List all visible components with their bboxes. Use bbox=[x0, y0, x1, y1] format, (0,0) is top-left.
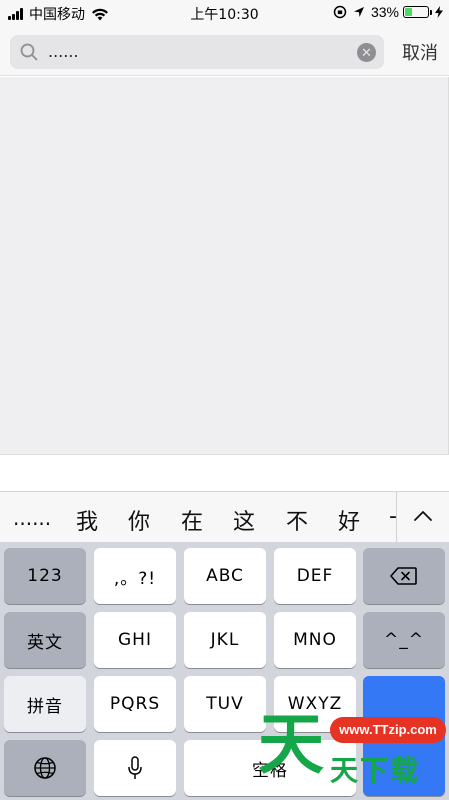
candidate-item[interactable]: 在 bbox=[181, 504, 203, 536]
backspace-icon bbox=[390, 567, 417, 585]
orientation-lock-icon bbox=[333, 5, 347, 19]
search-field[interactable]: ...... ✕ bbox=[10, 35, 384, 69]
watermark-big-char: 天 bbox=[258, 706, 324, 783]
watermark-logo: 天 www.TTzip.com 天下载 bbox=[258, 705, 448, 800]
candidate-item[interactable]: 我 bbox=[76, 504, 98, 536]
input-strip bbox=[0, 454, 449, 491]
watermark-url: www.TTzip.com bbox=[330, 717, 446, 743]
search-input[interactable]: ...... bbox=[48, 35, 348, 69]
battery-level bbox=[405, 8, 413, 16]
key-mno[interactable]: MNO bbox=[274, 612, 356, 668]
chevron-up-icon bbox=[414, 511, 432, 521]
globe-icon bbox=[34, 757, 56, 779]
key-pqrs[interactable]: PQRS bbox=[94, 676, 176, 732]
candidate-item[interactable]: ...... bbox=[13, 506, 51, 530]
delete-button[interactable] bbox=[363, 548, 445, 604]
battery-icon bbox=[403, 6, 432, 18]
location-icon bbox=[353, 7, 364, 17]
key-jkl[interactable]: JKL bbox=[184, 612, 266, 668]
clear-icon[interactable]: ✕ bbox=[357, 43, 376, 62]
candidate-bar: ...... 我 你 在 这 不 好 - bbox=[0, 491, 449, 543]
search-bar: ...... ✕ 取消 bbox=[0, 26, 449, 76]
microphone-icon bbox=[128, 756, 142, 779]
key-ghi[interactable]: GHI bbox=[94, 612, 176, 668]
expand-candidates-button[interactable] bbox=[396, 492, 449, 543]
status-bar: 中国移动 上午10:30 33% bbox=[0, 0, 449, 26]
key-numbers[interactable]: 123 bbox=[4, 548, 86, 604]
search-icon bbox=[20, 43, 38, 61]
key-english[interactable]: 英文 bbox=[4, 612, 86, 668]
candidate-item[interactable]: 这 bbox=[233, 504, 255, 536]
battery-percent: 33% bbox=[370, 4, 399, 20]
candidate-item[interactable]: 你 bbox=[128, 504, 150, 536]
watermark-text: 天下载 bbox=[330, 754, 421, 787]
results-area bbox=[0, 77, 449, 454]
key-punctuation[interactable]: ,。?! bbox=[94, 548, 176, 604]
globe-button[interactable] bbox=[4, 740, 86, 796]
candidate-item[interactable]: 好 bbox=[338, 504, 360, 536]
key-pinyin[interactable]: 拼音 bbox=[4, 676, 86, 732]
cancel-button[interactable]: 取消 bbox=[402, 39, 438, 65]
charging-icon bbox=[435, 6, 443, 18]
key-abc[interactable]: ABC bbox=[184, 548, 266, 604]
key-def[interactable]: DEF bbox=[274, 548, 356, 604]
microphone-button[interactable] bbox=[94, 740, 176, 796]
key-tuv[interactable]: TUV bbox=[184, 676, 266, 732]
key-emoticon[interactable]: ^_^ bbox=[363, 612, 445, 668]
status-right: 33% bbox=[333, 4, 443, 20]
candidate-item[interactable]: 不 bbox=[286, 504, 308, 536]
